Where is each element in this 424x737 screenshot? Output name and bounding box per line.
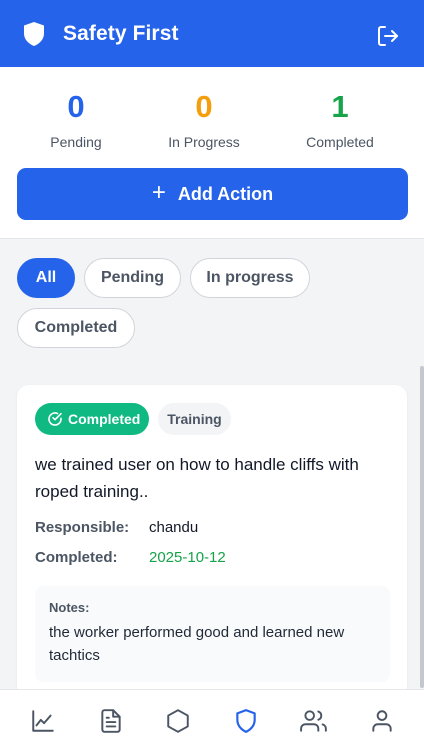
responsible-row: Responsible: chandu	[35, 519, 198, 536]
summary-panel: 0 Pending 0 In Progress 1 Completed + Ad…	[0, 67, 424, 239]
hexagon-icon[interactable]	[164, 707, 192, 735]
stat-in-progress-label: In Progress	[168, 134, 240, 150]
logout-icon[interactable]	[376, 24, 400, 48]
category-badge: Training	[158, 403, 231, 435]
stat-in-progress-value: 0	[195, 89, 213, 124]
shield-icon	[20, 20, 48, 48]
stat-pending-label: Pending	[50, 134, 102, 150]
responsible-value: chandu	[149, 519, 199, 536]
stat-completed: 1 Completed	[270, 87, 410, 150]
notes-label: Notes:	[49, 600, 90, 615]
bottom-nav	[0, 689, 424, 737]
app-header: Safety First	[0, 0, 424, 67]
action-description: we trained user on how to handle cliffs …	[35, 455, 359, 501]
stat-pending-value: 0	[67, 89, 85, 124]
stats-row: 0 Pending 0 In Progress 1 Completed	[0, 87, 424, 157]
filter-all[interactable]: All	[17, 258, 75, 298]
stat-pending: 0 Pending	[6, 87, 146, 150]
notes-box: Notes: the worker performed good and lea…	[35, 586, 390, 682]
plus-icon: +	[151, 178, 166, 206]
shield-icon[interactable]	[232, 707, 260, 735]
stat-completed-value: 1	[331, 89, 349, 124]
status-badge-label: Completed	[68, 411, 141, 427]
add-action-button[interactable]: + Add Action	[17, 168, 408, 220]
filter-completed[interactable]: Completed	[17, 308, 135, 348]
filter-in-progress[interactable]: In progress	[190, 258, 310, 298]
completed-label: Completed:	[35, 549, 118, 566]
stat-in-progress: 0 In Progress	[134, 87, 274, 150]
completed-row: Completed: 2025-10-12	[35, 549, 226, 566]
scrollbar[interactable]	[420, 366, 424, 688]
app-title: Safety First	[63, 21, 179, 45]
filter-pending[interactable]: Pending	[84, 258, 181, 298]
notes-text: the worker performed good and learned ne…	[49, 624, 345, 664]
document-icon[interactable]	[97, 707, 125, 735]
responsible-label: Responsible:	[35, 519, 130, 536]
profile-icon[interactable]	[368, 707, 396, 735]
users-icon[interactable]	[300, 707, 328, 735]
stat-completed-label: Completed	[306, 134, 374, 150]
completed-date: 2025-10-12	[149, 549, 226, 566]
chart-icon[interactable]	[29, 707, 57, 735]
status-badge: Completed	[35, 403, 149, 435]
check-circle-icon	[48, 412, 62, 426]
add-action-label: Add Action	[177, 183, 274, 204]
action-card[interactable]: Completed Training we trained user on ho…	[17, 385, 407, 705]
